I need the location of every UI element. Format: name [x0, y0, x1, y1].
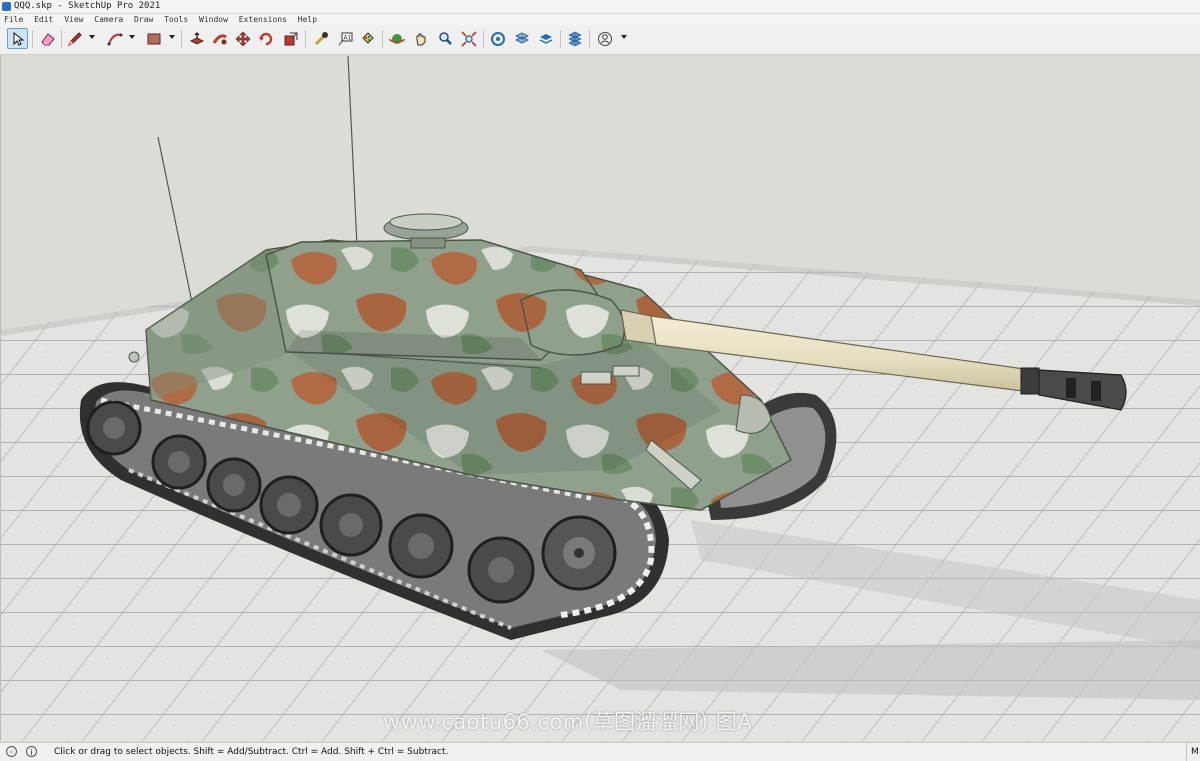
zoom-extents-icon[interactable] [458, 28, 479, 49]
zoom-icon[interactable] [434, 28, 455, 49]
3d-warehouse-icon[interactable] [487, 28, 508, 49]
send-to-layout-icon[interactable] [535, 28, 556, 49]
menu-camera[interactable]: Camera [94, 14, 123, 26]
status-bar: ◦ i Click or drag to select objects. Shi… [0, 742, 1200, 761]
toolbar-separator [305, 30, 306, 48]
menu-help[interactable]: Help [298, 14, 317, 26]
toolbar-separator [61, 30, 62, 48]
text-icon[interactable]: A1 [334, 28, 355, 49]
select-icon[interactable] [7, 28, 28, 49]
pencil-dropdown-chevron-icon[interactable] [89, 35, 95, 39]
menu-file[interactable]: File [4, 14, 23, 26]
arc-dropdown-chevron-icon[interactable] [129, 35, 135, 39]
pencil-icon[interactable] [64, 28, 85, 49]
move-icon[interactable] [232, 28, 253, 49]
scale-icon[interactable] [280, 28, 301, 49]
menu-edit[interactable]: Edit [34, 14, 53, 26]
3d-viewport[interactable]: www.caotu66.com(草图溜溜网) 图A [0, 55, 1200, 741]
extension-warehouse-icon[interactable] [511, 28, 532, 49]
sketchup-app-icon [2, 2, 11, 11]
window-title: QQQ.skp - SketchUp Pro 2021 [14, 1, 161, 11]
menu-window[interactable]: Window [199, 14, 228, 26]
menu-extensions[interactable]: Extensions [239, 14, 287, 26]
status-message: Click or drag to select objects. Shift =… [54, 747, 449, 757]
title-bar: QQQ.skp - SketchUp Pro 2021 [0, 0, 1200, 14]
tape-measure-icon[interactable] [310, 28, 331, 49]
toolbar-separator [32, 30, 33, 48]
watermark-text: www.caotu66.com(草图溜溜网) 图A [383, 710, 753, 734]
model-scene [1, 55, 1200, 741]
rectangle-dropdown-chevron-icon[interactable] [169, 35, 175, 39]
toolbar-separator [483, 30, 484, 48]
paint-bucket-icon[interactable] [357, 28, 378, 49]
svg-text:A1: A1 [343, 34, 351, 41]
menu-draw[interactable]: Draw [134, 14, 153, 26]
pan-icon[interactable] [410, 28, 431, 49]
menu-tools[interactable]: Tools [164, 14, 188, 26]
toolbar-separator [589, 30, 590, 48]
toolbar-separator [181, 30, 182, 48]
account-dropdown-chevron-icon[interactable] [621, 35, 627, 39]
menu-view[interactable]: View [64, 14, 83, 26]
orbit-icon[interactable] [386, 28, 407, 49]
rectangle-icon[interactable] [143, 28, 164, 49]
arc-icon[interactable] [104, 28, 125, 49]
toolbar-separator [560, 30, 561, 48]
rotate-icon[interactable] [255, 28, 276, 49]
measurements-divider [1186, 743, 1188, 761]
eraser-icon[interactable] [37, 28, 58, 49]
instructor-info-icon[interactable]: i [26, 746, 37, 757]
toolbar-separator [382, 30, 383, 48]
measurements-label[interactable]: M [1191, 743, 1199, 761]
main-toolbar: A1 [0, 26, 1200, 55]
geo-location-icon[interactable]: ◦ [6, 746, 17, 757]
extension-manager-icon[interactable] [564, 28, 585, 49]
follow-me-icon[interactable] [209, 28, 230, 49]
menu-bar: File Edit View Camera Draw Tools Window … [0, 14, 1200, 26]
account-icon[interactable] [594, 28, 615, 49]
push-pull-icon[interactable] [186, 28, 207, 49]
